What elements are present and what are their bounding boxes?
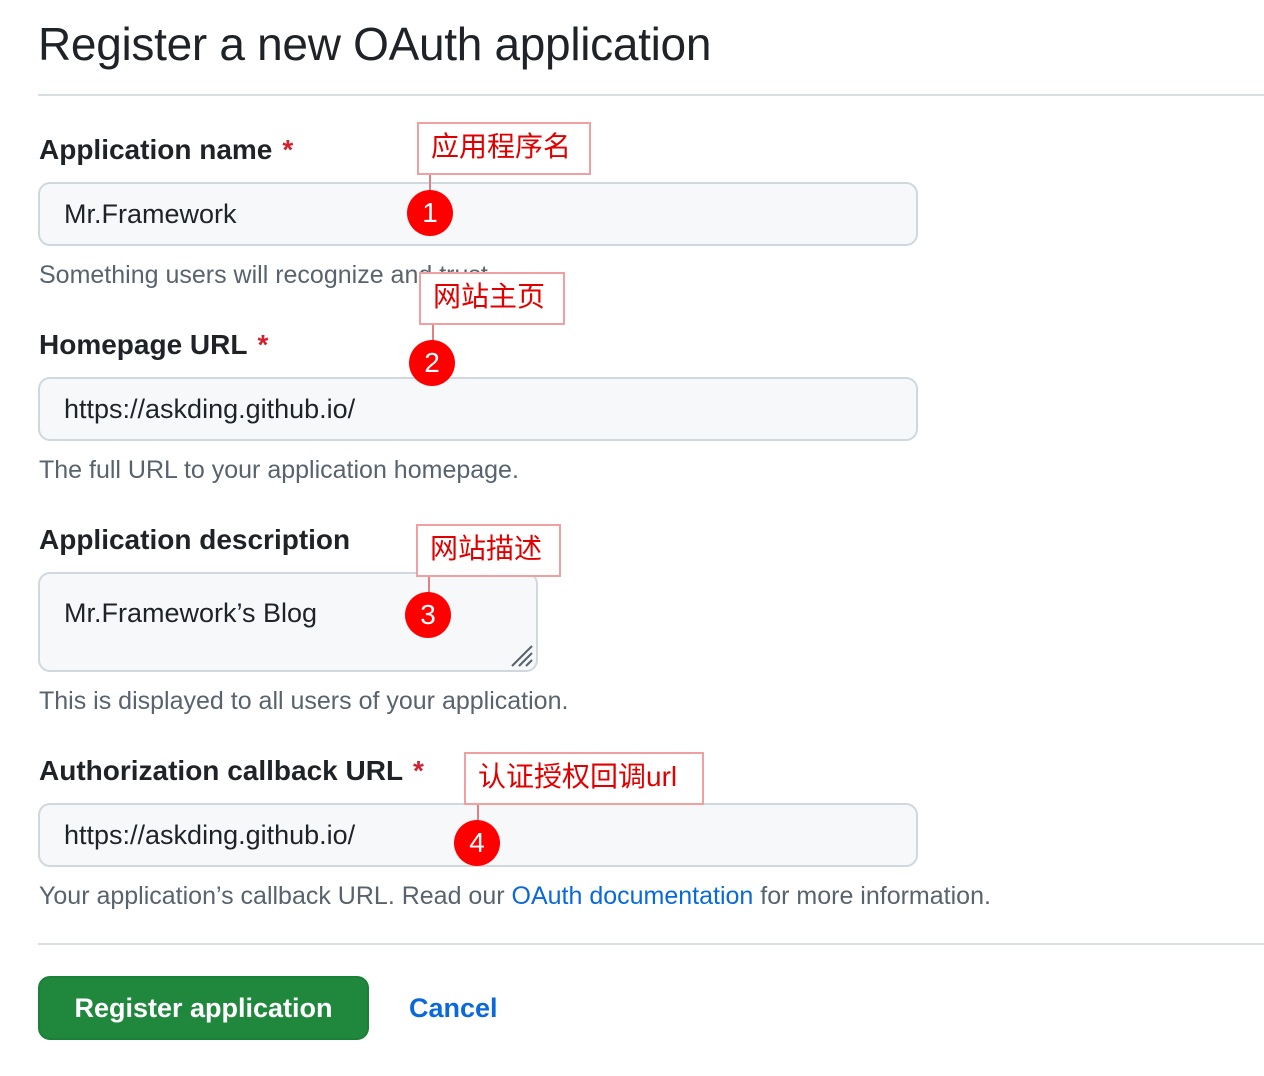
annotation-label: 网站描述: [416, 524, 561, 577]
annotation-label: 应用程序名: [417, 122, 591, 175]
callback-url-label: Authorization callback URL *: [39, 754, 424, 788]
homepage-url-label: Homepage URL *: [39, 328, 268, 362]
annotation-badge: 3: [405, 592, 451, 638]
callback-url-hint-text: Your application’s callback URL. Read ou…: [39, 882, 512, 910]
annotation-connector: [477, 802, 479, 822]
callback-url-hint-text-end: for more information.: [753, 882, 991, 910]
callback-url-hint: Your application’s callback URL. Read ou…: [39, 880, 991, 912]
resize-handle-icon[interactable]: [508, 642, 534, 668]
application-description-label: Application description: [39, 523, 350, 557]
application-name-input[interactable]: [38, 182, 918, 246]
application-name-label-text: Application name: [39, 134, 273, 165]
annotation-connector: [428, 574, 430, 594]
oauth-documentation-link[interactable]: OAuth documentation: [512, 882, 754, 910]
header-divider: [38, 94, 1264, 96]
page-title: Register a new OAuth application: [38, 18, 712, 70]
application-description-hint: This is displayed to all users of your a…: [39, 687, 569, 715]
application-description-label-text: Application description: [39, 524, 351, 555]
application-description-textarea[interactable]: Mr.Framework’s Blog: [38, 572, 538, 672]
footer-divider: [38, 943, 1264, 945]
application-name-label: Application name *: [39, 133, 293, 167]
required-marker: *: [257, 329, 269, 360]
annotation-label: 网站主页: [419, 272, 565, 325]
callback-url-label-text: Authorization callback URL: [39, 755, 404, 786]
required-marker: *: [413, 755, 424, 786]
annotation-badge: 1: [407, 190, 453, 236]
annotation-label: 认证授权回调url: [464, 752, 704, 805]
annotation-badge: 4: [454, 820, 500, 866]
homepage-url-label-text: Homepage URL: [39, 329, 248, 360]
application-description-wrapper: Mr.Framework’s Blog: [38, 572, 538, 672]
annotation-badge: 2: [409, 340, 455, 386]
homepage-url-hint: The full URL to your application homepag…: [39, 456, 519, 484]
homepage-url-input[interactable]: [38, 377, 918, 441]
cancel-button[interactable]: Cancel: [409, 990, 498, 1026]
register-application-button[interactable]: Register application: [38, 976, 369, 1040]
required-marker: *: [282, 134, 294, 165]
